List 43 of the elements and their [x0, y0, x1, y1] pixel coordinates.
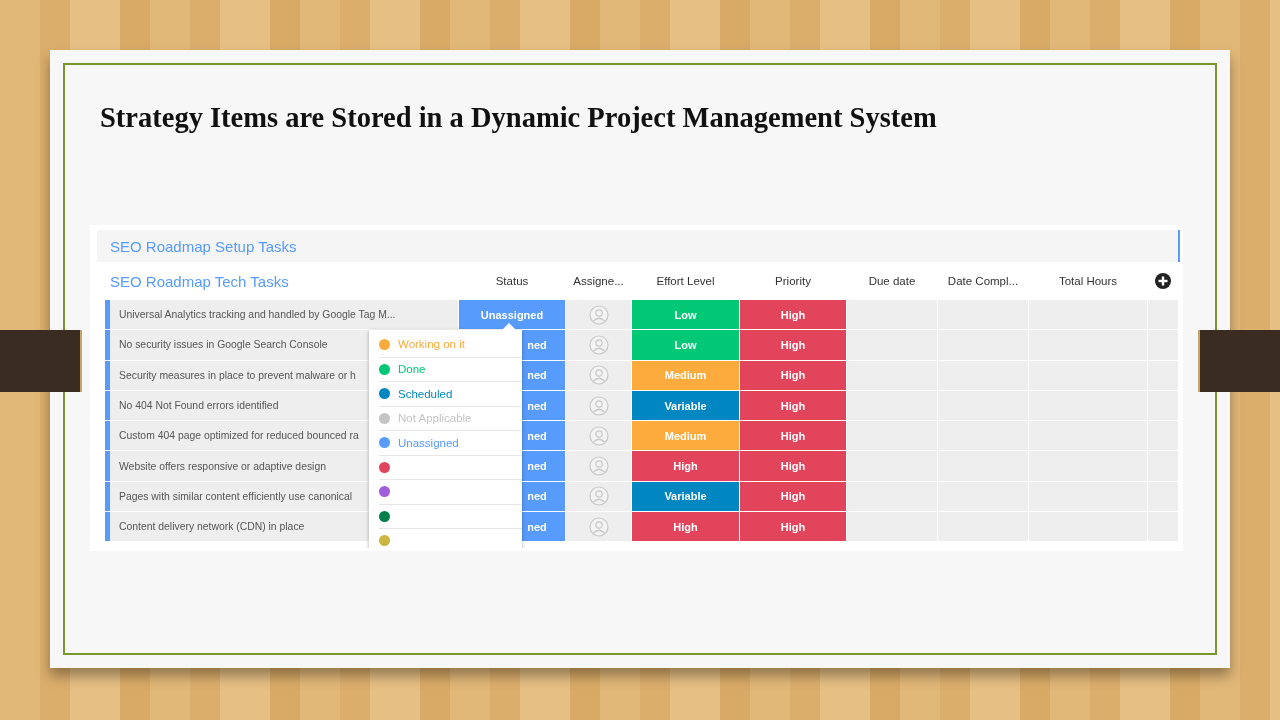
- avatar-icon[interactable]: [588, 516, 609, 537]
- task-cell[interactable]: Universal Analytics tracking and handled by Google Tag M...: [105, 300, 458, 330]
- column-header[interactable]: Date Compl...: [938, 275, 1028, 287]
- priority-cell[interactable]: High: [740, 421, 846, 451]
- status-option[interactable]: [379, 528, 522, 548]
- effort-cell[interactable]: Low: [632, 330, 739, 360]
- priority-cell[interactable]: High: [740, 481, 846, 512]
- effort-cell[interactable]: High: [632, 451, 739, 481]
- add-column-icon[interactable]: [1155, 273, 1171, 289]
- column-header[interactable]: Total Hours: [1029, 275, 1147, 287]
- status-cell[interactable]: Unassigned: [459, 300, 565, 330]
- slide-title: Strategy Items are Stored in a Dynamic Project Management System: [100, 103, 938, 133]
- column-header[interactable]: Effort Level: [632, 275, 739, 287]
- status-label: Unassigned: [398, 436, 459, 449]
- avatar-icon[interactable]: [588, 486, 609, 507]
- avatar-icon[interactable]: [588, 395, 609, 416]
- effort-cell[interactable]: Variable: [632, 390, 739, 421]
- priority-cell[interactable]: High: [740, 330, 846, 360]
- status-label: Scheduled: [398, 387, 453, 400]
- priority-cell[interactable]: High: [740, 360, 846, 390]
- effort-cell[interactable]: High: [632, 512, 739, 542]
- avatar-icon[interactable]: [588, 456, 609, 477]
- status-option[interactable]: Scheduled: [379, 381, 522, 406]
- priority-cell[interactable]: High: [740, 512, 846, 542]
- column-header[interactable]: Priority: [740, 275, 846, 287]
- avatar-icon[interactable]: [588, 334, 609, 355]
- priority-cell[interactable]: High: [740, 300, 846, 330]
- status-option[interactable]: Unassigned: [379, 430, 522, 455]
- group-title: SEO Roadmap Tech Tasks: [109, 272, 290, 290]
- effort-cell[interactable]: Variable: [632, 481, 739, 512]
- group-title: SEO Roadmap Setup Tasks: [109, 237, 297, 255]
- avatar-icon[interactable]: [588, 304, 609, 325]
- column-header[interactable]: Assigne...: [566, 275, 631, 287]
- avatar-icon[interactable]: [588, 365, 609, 386]
- column-header[interactable]: Status: [459, 275, 565, 287]
- status-label: Done: [398, 363, 426, 376]
- status-option[interactable]: Done: [379, 356, 522, 381]
- priority-cell[interactable]: High: [740, 451, 846, 481]
- effort-cell[interactable]: Low: [632, 300, 739, 330]
- column-header[interactable]: Due date: [847, 275, 937, 287]
- avatar-icon[interactable]: [588, 425, 609, 446]
- priority-cell[interactable]: High: [740, 390, 846, 421]
- collapsed-group-bar[interactable]: SEO Roadmap Setup Tasks: [97, 230, 1180, 262]
